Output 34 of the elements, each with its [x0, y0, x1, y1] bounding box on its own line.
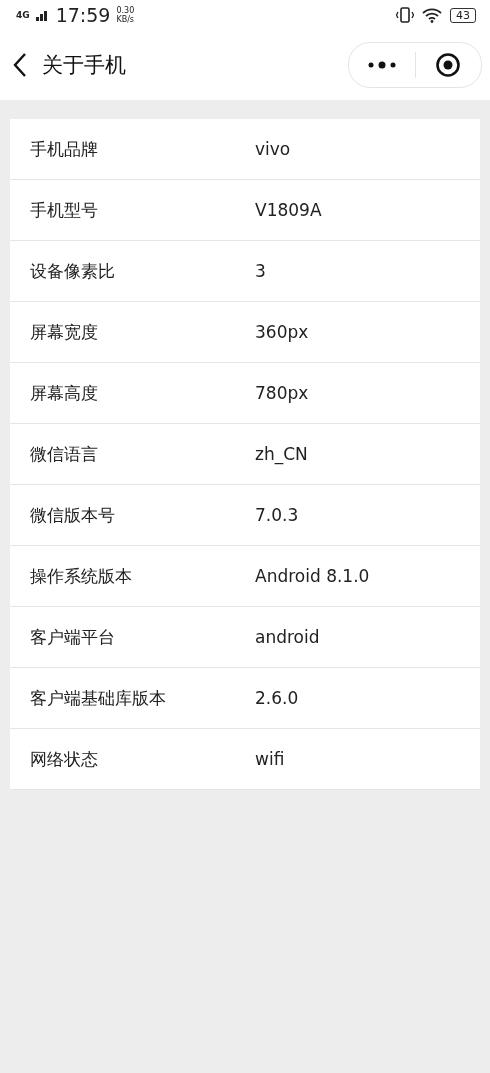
- page-title: 关于手机: [42, 52, 126, 79]
- info-value: wifi: [255, 749, 285, 769]
- battery-level: 43: [450, 7, 476, 23]
- info-label: 屏幕高度: [30, 381, 99, 405]
- info-label: 设备像素比: [30, 259, 116, 283]
- info-value: android: [255, 627, 320, 647]
- wifi-icon: [422, 7, 442, 23]
- info-value: Android 8.1.0: [255, 566, 370, 586]
- network-speed: 0.30: [116, 6, 135, 15]
- info-label: 手机型号: [30, 198, 99, 222]
- info-value: 780px: [255, 383, 309, 403]
- info-label: 网络状态: [30, 747, 99, 771]
- info-value: 360px: [255, 322, 309, 342]
- info-label: 操作系统版本: [30, 564, 133, 588]
- info-label: 微信版本号: [30, 503, 116, 527]
- vibrate-icon: [396, 7, 414, 23]
- info-label: 客户端基础库版本: [30, 686, 167, 710]
- close-icon[interactable]: [435, 52, 462, 78]
- info-label: 屏幕宽度: [30, 320, 99, 344]
- info-value: V1809A: [255, 200, 322, 220]
- info-value: 3: [255, 261, 266, 281]
- info-value: vivo: [255, 139, 291, 159]
- info-value: 7.0.3: [255, 505, 299, 525]
- network-indicator: 4G: [16, 10, 30, 20]
- info-label: 微信语言: [30, 442, 99, 466]
- more-icon[interactable]: [366, 61, 397, 69]
- signal-icon: [35, 9, 50, 21]
- info-label: 客户端平台: [30, 625, 116, 649]
- info-value: zh_CN: [255, 444, 308, 464]
- speed-unit: KB/s: [116, 15, 135, 24]
- back-icon[interactable]: [12, 52, 28, 78]
- info-label: 手机品牌: [30, 137, 99, 161]
- clock-time: 17:59: [55, 4, 111, 26]
- info-value: 2.6.0: [255, 688, 299, 708]
